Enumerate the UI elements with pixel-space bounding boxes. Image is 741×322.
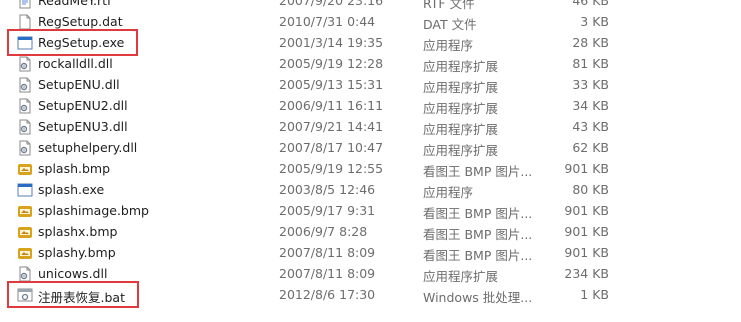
file-size: 28 KB <box>572 35 609 50</box>
dll-file-icon <box>17 56 33 72</box>
bmp-image-icon <box>17 224 33 240</box>
file-date-modified: 2005/9/19 12:28 <box>279 56 384 71</box>
bmp-image-icon <box>17 245 33 261</box>
file-name: setuphelpery.dll <box>38 140 138 155</box>
file-size: 901 KB <box>564 224 609 239</box>
file-size: 62 KB <box>572 140 609 155</box>
file-type: 应用程序扩展 <box>423 80 499 95</box>
file-date-modified: 2006/9/11 16:11 <box>279 98 384 113</box>
file-name: 注册表恢复.bat <box>38 290 125 305</box>
file-row[interactable]: RegSetup.dat 2010/7/31 0:44 DAT 文件 3 KB <box>0 11 741 32</box>
file-size: 1 KB <box>580 287 609 302</box>
file-row[interactable]: SetupENU2.dll 2006/9/11 16:11 应用程序扩展 34 KB <box>0 95 741 116</box>
file-type: 应用程序扩展 <box>423 269 499 284</box>
batch-file-icon <box>17 287 33 303</box>
file-type: 应用程序 <box>423 185 474 200</box>
file-row[interactable]: splashx.bmp 2006/9/7 8:28 看图王 BMP 图片... 901… <box>0 221 741 242</box>
file-name: SetupENU2.dll <box>38 98 128 113</box>
file-name: unicows.dll <box>38 266 108 281</box>
file-size: 81 KB <box>572 56 609 71</box>
file-row[interactable]: splash.exe 2003/8/5 12:46 应用程序 80 KB <box>0 179 741 200</box>
file-type: 应用程序 <box>423 38 474 53</box>
file-name: RegSetup.dat <box>38 14 123 29</box>
file-size: 34 KB <box>572 98 609 113</box>
file-list: ReadMeY.rtf 2007/9/20 23:16 RTF 文件 46 KB Reg… <box>0 0 741 305</box>
file-type: 看图王 BMP 图片... <box>423 164 533 179</box>
file-date-modified: 2010/7/31 0:44 <box>279 14 376 29</box>
file-name: splashimage.bmp <box>38 203 149 218</box>
file-row[interactable]: splash.bmp 2005/9/19 12:55 看图王 BMP 图片... 90… <box>0 158 741 179</box>
file-row[interactable]: rockalldll.dll 2005/9/19 12:28 应用程序扩展 81 KB <box>0 53 741 74</box>
file-type: 看图王 BMP 图片... <box>423 206 533 221</box>
file-type: 看图王 BMP 图片... <box>423 227 533 242</box>
file-row[interactable]: setuphelpery.dll 2007/8/17 10:47 应用程序扩展 62 … <box>0 137 741 158</box>
file-row[interactable]: SetupENU3.dll 2007/9/21 14:41 应用程序扩展 43 KB <box>0 116 741 137</box>
file-name: splash.bmp <box>38 161 111 176</box>
file-date-modified: 2007/9/20 23:16 <box>279 0 384 8</box>
file-name: SetupENU.dll <box>38 77 120 92</box>
file-date-modified: 2005/9/19 12:55 <box>279 161 384 176</box>
file-name: splash.exe <box>38 182 105 197</box>
bmp-image-icon <box>17 203 33 219</box>
bmp-image-icon <box>17 161 33 177</box>
file-row[interactable]: SetupENU.dll 2005/9/13 15:31 应用程序扩展 33 KB <box>0 74 741 95</box>
file-name: RegSetup.exe <box>38 35 125 50</box>
file-size: 80 KB <box>572 182 609 197</box>
file-size: 33 KB <box>572 77 609 92</box>
application-icon <box>17 35 33 51</box>
file-date-modified: 2007/9/21 14:41 <box>279 119 384 134</box>
file-name: SetupENU3.dll <box>38 119 128 134</box>
file-name: splashx.bmp <box>38 224 118 239</box>
file-type: 应用程序扩展 <box>423 143 499 158</box>
file-date-modified: 2007/8/17 10:47 <box>279 140 384 155</box>
file-type: Windows 批处理... <box>423 290 533 305</box>
file-type: DAT 文件 <box>423 17 477 32</box>
file-date-modified: 2012/8/6 17:30 <box>279 287 376 302</box>
file-date-modified: 2005/9/17 9:31 <box>279 203 376 218</box>
file-date-modified: 2003/8/5 12:46 <box>279 182 376 197</box>
file-type: 应用程序扩展 <box>423 122 499 137</box>
application-icon <box>17 182 33 198</box>
file-size: 46 KB <box>572 0 609 8</box>
file-size: 43 KB <box>572 119 609 134</box>
dll-file-icon <box>17 119 33 135</box>
file-type: 应用程序扩展 <box>423 59 499 74</box>
generic-file-icon <box>17 14 33 30</box>
file-type: 应用程序扩展 <box>423 101 499 116</box>
file-row[interactable]: 注册表恢复.bat 2012/8/6 17:30 Windows 批处理... 1 K… <box>0 284 741 305</box>
file-size: 901 KB <box>564 161 609 176</box>
file-date-modified: 2007/8/11 8:09 <box>279 245 376 260</box>
dll-file-icon <box>17 140 33 156</box>
file-size: 901 KB <box>564 203 609 218</box>
file-size: 901 KB <box>564 245 609 260</box>
dll-file-icon <box>17 77 33 93</box>
file-row[interactable]: RegSetup.exe 2001/3/14 19:35 应用程序 28 KB <box>0 32 741 53</box>
file-size: 3 KB <box>580 14 609 29</box>
rtf-document-icon <box>17 0 33 9</box>
dll-file-icon <box>17 98 33 114</box>
file-size: 234 KB <box>564 266 609 281</box>
file-name: ReadMeY.rtf <box>38 0 112 8</box>
file-name: splashy.bmp <box>38 245 116 260</box>
file-date-modified: 2001/3/14 19:35 <box>279 35 384 50</box>
file-date-modified: 2007/8/11 8:09 <box>279 266 376 281</box>
file-row[interactable]: ReadMeY.rtf 2007/9/20 23:16 RTF 文件 46 KB <box>0 0 741 11</box>
file-date-modified: 2005/9/13 15:31 <box>279 77 384 92</box>
file-row[interactable]: unicows.dll 2007/8/11 8:09 应用程序扩展 234 KB <box>0 263 741 284</box>
dll-file-icon <box>17 266 33 282</box>
file-row[interactable]: splashy.bmp 2007/8/11 8:09 看图王 BMP 图片... 90… <box>0 242 741 263</box>
file-type: 看图王 BMP 图片... <box>423 248 533 263</box>
file-date-modified: 2006/9/7 8:28 <box>279 224 368 239</box>
file-name: rockalldll.dll <box>38 56 113 71</box>
file-row[interactable]: splashimage.bmp 2005/9/17 9:31 看图王 BMP 图片.… <box>0 200 741 221</box>
